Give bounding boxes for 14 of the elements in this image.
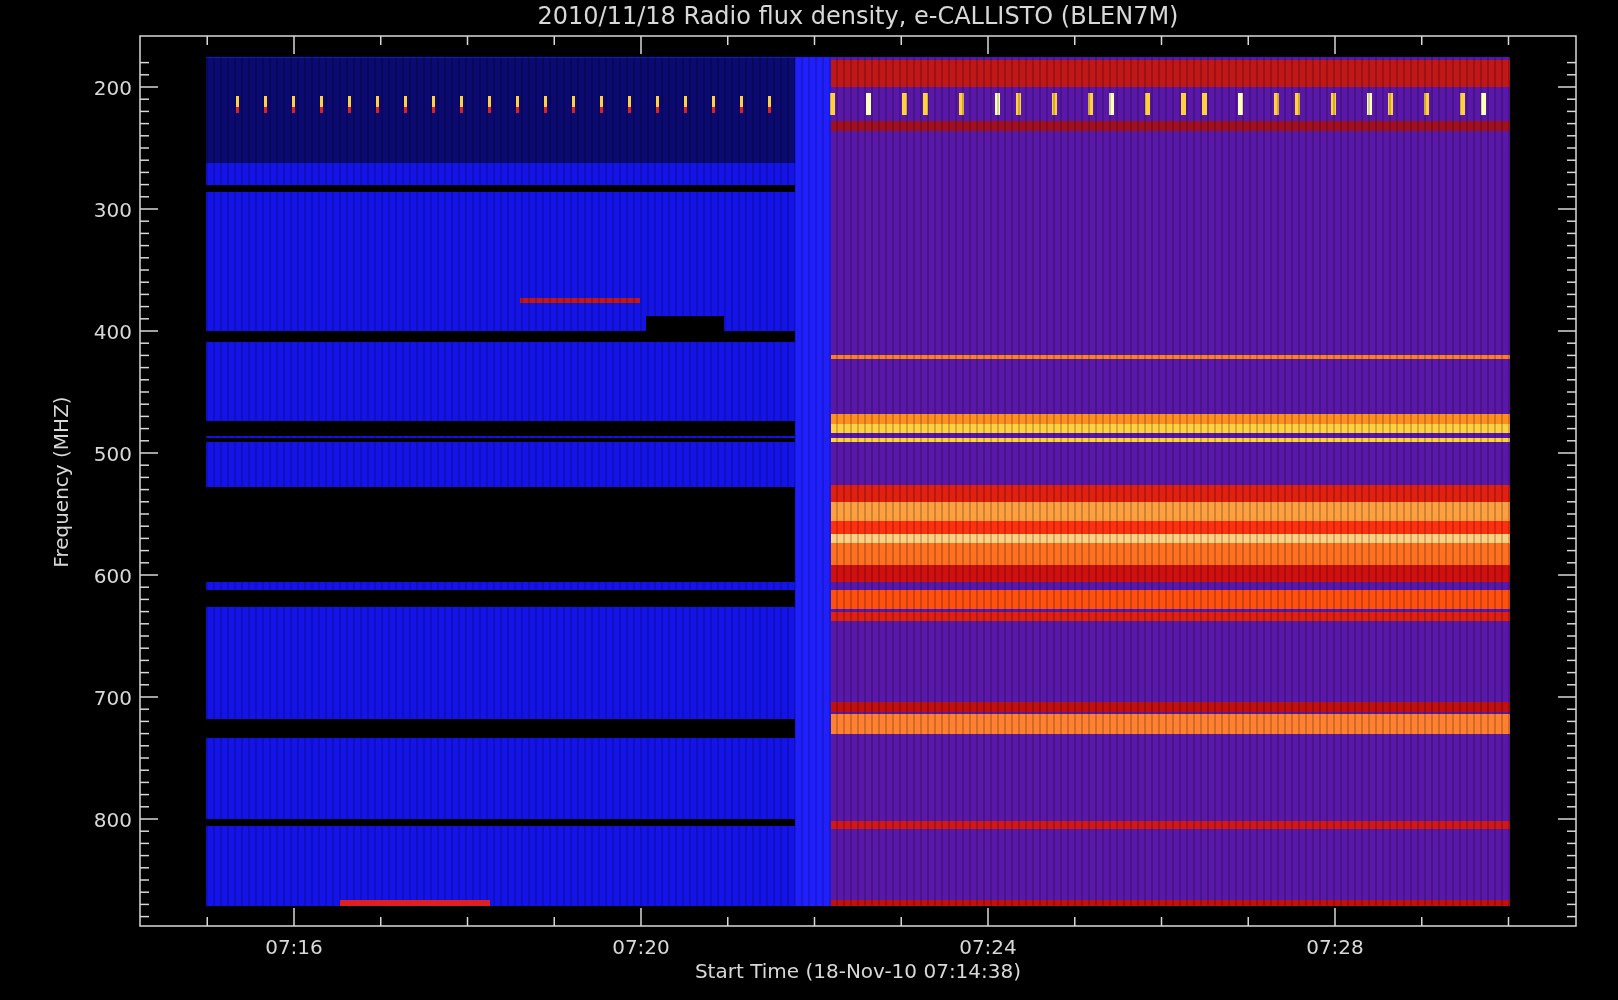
axis-tick-label: 800 <box>93 808 132 832</box>
chart-title: 2010/11/18 Radio flux density, e-CALLISTO (BLEN7M) <box>537 2 1179 30</box>
axis-tick-label: 07:28 <box>1306 935 1364 959</box>
axis-tick-label: 200 <box>93 76 132 100</box>
axis-tick-label: 500 <box>93 442 132 466</box>
axis-tick-label: 400 <box>93 320 132 344</box>
axis-tick-label: 600 <box>93 564 132 588</box>
axis-title: Start Time (18-Nov-10 07:14:38) <box>694 959 1022 983</box>
axis-tick-label: 07:24 <box>959 935 1017 959</box>
axis-tick-label: 07:16 <box>265 935 323 959</box>
axis-tick-label: 07:20 <box>612 935 670 959</box>
axis-tick-label: 700 <box>93 686 132 710</box>
axis-title: Frequency (MHZ) <box>49 396 73 568</box>
axis-tick-label: 300 <box>93 198 132 222</box>
